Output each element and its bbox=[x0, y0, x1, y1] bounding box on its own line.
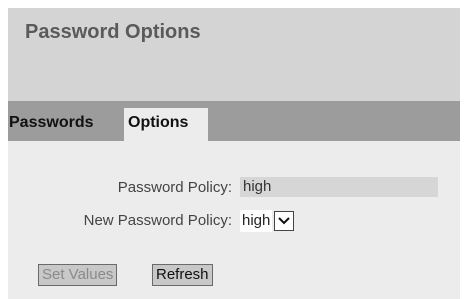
new-password-policy-value[interactable]: high bbox=[240, 210, 273, 232]
password-policy-row: Password Policy: high bbox=[8, 177, 460, 199]
password-policy-value: high bbox=[240, 177, 438, 197]
new-password-policy-row: New Password Policy: high bbox=[8, 209, 460, 236]
page-title: Password Options bbox=[25, 21, 201, 43]
options-panel: Password Policy: high New Password Polic… bbox=[8, 141, 460, 299]
refresh-button[interactable]: Refresh bbox=[152, 264, 213, 286]
new-password-policy-label: New Password Policy: bbox=[83, 212, 232, 229]
chevron-down-icon[interactable] bbox=[274, 211, 295, 231]
new-password-policy-select[interactable]: high bbox=[240, 209, 295, 233]
set-values-button[interactable]: Set Values bbox=[38, 264, 118, 286]
password-policy-label: Password Policy: bbox=[117, 179, 232, 196]
tab-options[interactable]: Options bbox=[124, 108, 208, 141]
page-header: Password Options bbox=[8, 8, 460, 101]
tab-bar: Passwords Options bbox=[8, 101, 460, 141]
tab-passwords[interactable]: Passwords bbox=[8, 108, 121, 141]
